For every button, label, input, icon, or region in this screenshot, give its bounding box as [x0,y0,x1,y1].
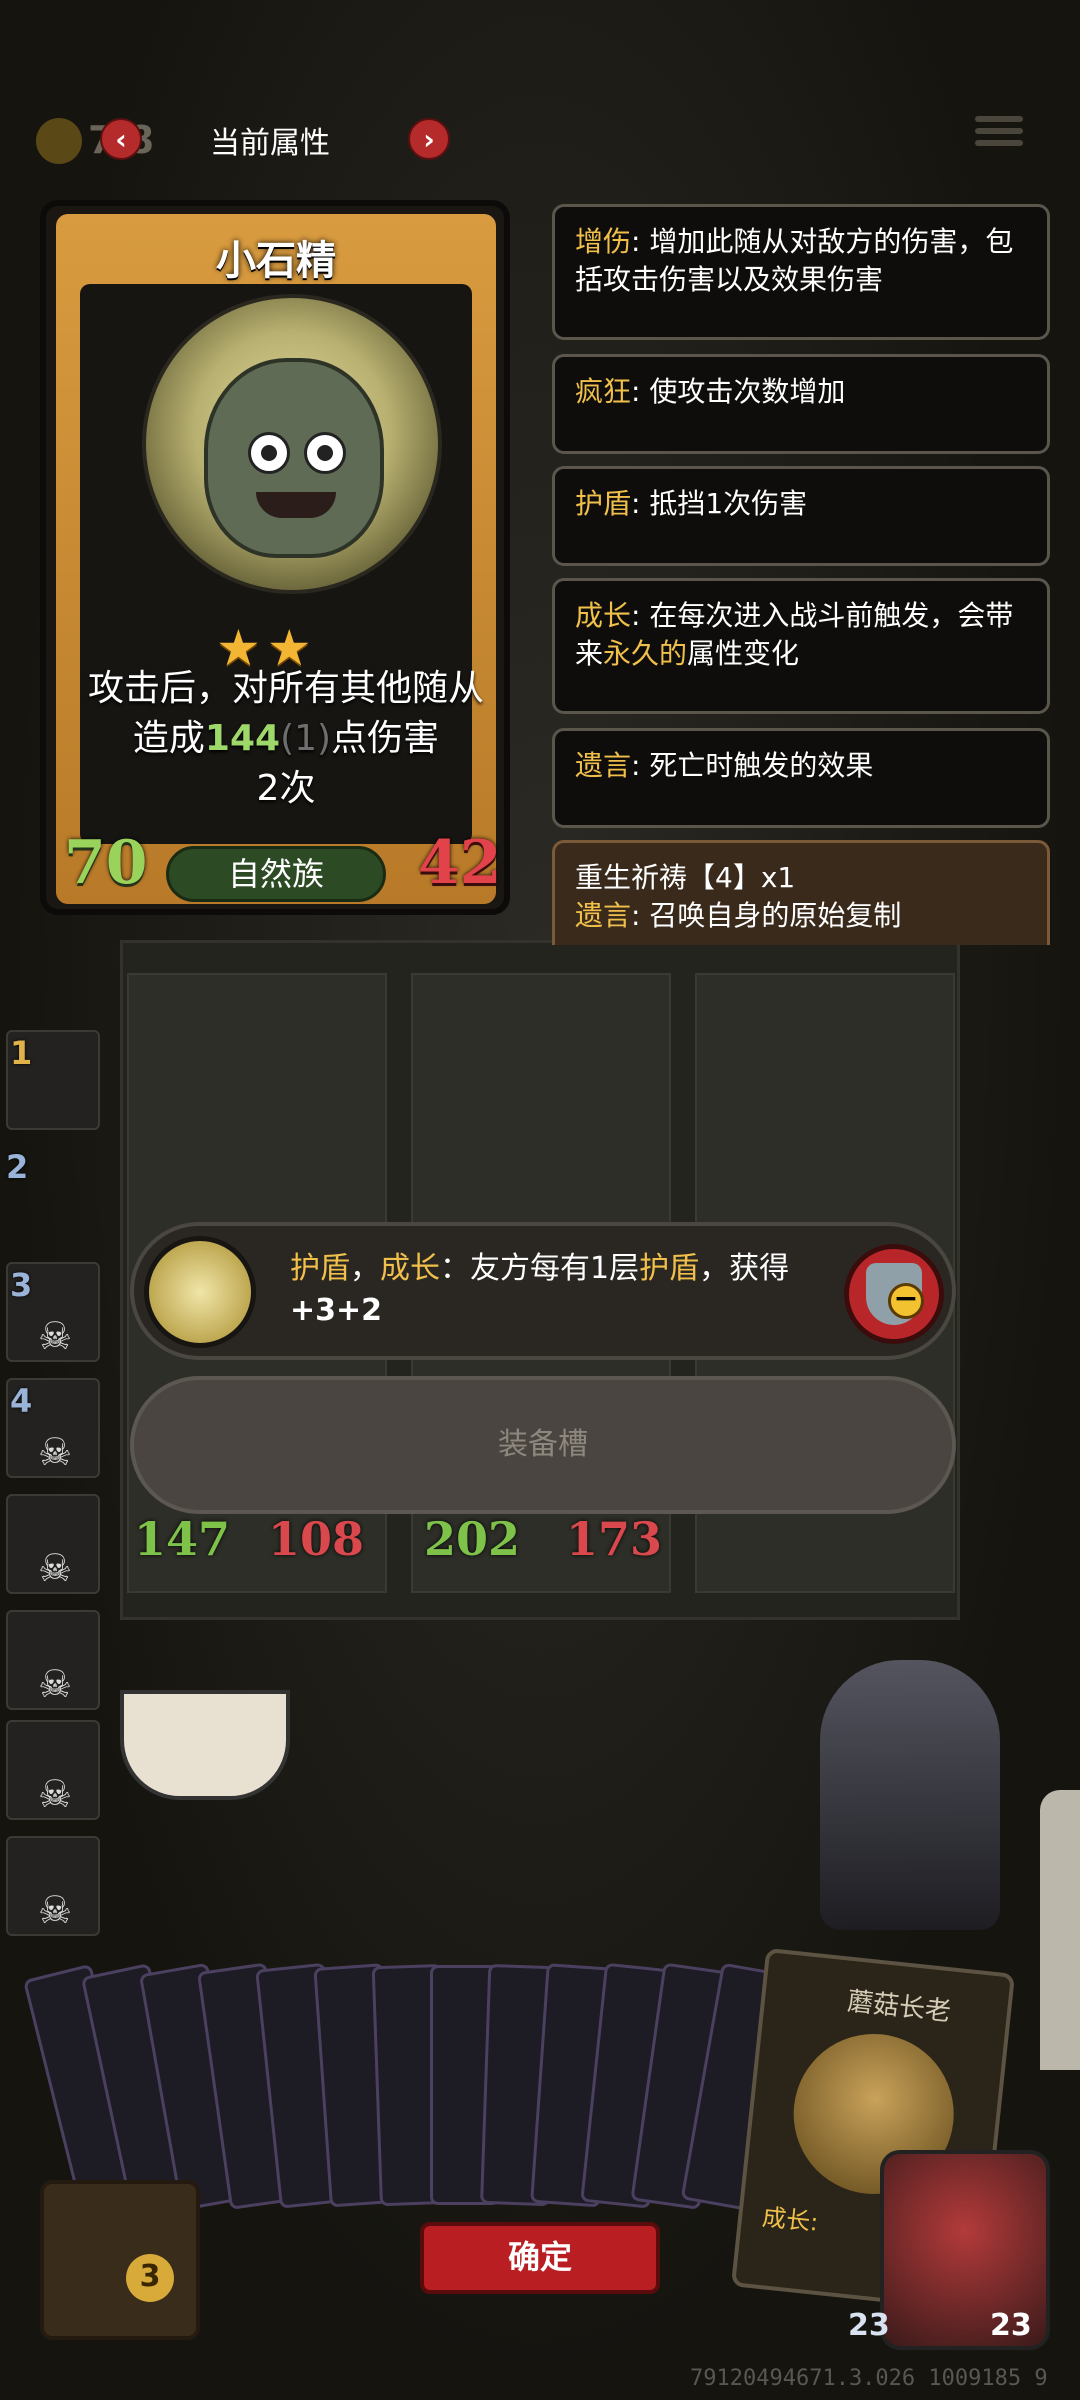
equipment-text: ，获得 [699,1251,790,1286]
minus-icon: − [888,1283,924,1319]
keyword-text: : 抵挡1次伤害 [631,487,808,520]
keyword-name: 护盾 [290,1251,350,1286]
keyword-name: 遗言 [575,749,632,782]
keyword-name: 增伤 [575,225,632,258]
coin-icon [36,118,82,164]
side-unit-8[interactable]: ☠ [6,1836,100,1936]
equipment-description: 护盾，成长：友方每有1层护盾，获得+3+2 [290,1248,810,1332]
side-unit-number: 3 [10,1266,33,1304]
keyword-panel-deathrattle: 遗言: 死亡时触发的效果 [552,728,1050,828]
special-effect-panel: 重生祈祷【4】x1 遗言: 召唤自身的原始复制 [552,840,1050,945]
character-figure [820,1660,1000,1930]
keyword-panel-growth: 成长: 在每次进入战斗前触发，会带来永久的属性变化 [552,578,1050,714]
side-unit-6[interactable]: ☠ [6,1610,100,1710]
keyword-panel-damage-boost: 增伤: 增加此随从对敌方的伤害，包括攻击伤害以及效果伤害 [552,204,1050,340]
equipment-row: 护盾，成长：友方每有1层护盾，获得+3+2 − [130,1222,956,1360]
keyword-text: : 使攻击次数增加 [631,375,846,408]
side-unit-4[interactable]: 4 ☠ [6,1378,100,1478]
skull-icon: ☠ [38,1772,73,1816]
sword-shield-equipment-icon[interactable] [144,1236,256,1348]
attack-value: 70 [64,828,148,898]
shield-icon: − [866,1263,924,1325]
side-unit-3[interactable]: 3 ☠ [6,1262,100,1362]
prev-button[interactable]: ‹ [100,118,142,160]
keyword-name: 护盾 [575,487,632,520]
card-name: 小石精 [216,238,336,284]
health-value: 42 [418,828,502,898]
skull-icon: ☠ [38,1546,73,1590]
equipment-text: ：友方每有1层 [440,1251,640,1286]
board-left-attack: 147 [134,1512,231,1566]
board-right-attack: 202 [424,1512,521,1566]
skull-icon: ☠ [38,1430,73,1474]
special-title: 重生祈祷【4】x1 [575,861,796,894]
skull-icon: ☠ [38,1662,73,1706]
skull-icon: ☠ [38,1314,73,1358]
chevron-right-icon: › [423,122,435,156]
keyword-text: : 死亡时触发的效果 [631,749,874,782]
tribe-badge: 自然族 [166,846,386,902]
keyword-panel-frenzy: 疯狂: 使攻击次数增加 [552,354,1050,454]
equipment-bonus: +3+2 [290,1293,383,1328]
desc-times: 2次 [256,768,316,809]
keyword-text: : 增加此随从对敌方的伤害，包括攻击伤害以及效果伤害 [575,225,1014,296]
hero-health: 23 [990,2308,1032,2343]
chest-count-badge: 3 [126,2254,174,2302]
next-button[interactable]: › [408,118,450,160]
treasure-chest-icon[interactable] [40,2180,200,2340]
skull-icon: ☠ [38,1888,73,1932]
side-unit-5[interactable]: ☠ [6,1494,100,1594]
menu-icon[interactable] [975,110,1023,158]
side-unit-number: 4 [10,1382,33,1420]
teacup-decoration [120,1690,290,1800]
keyword-panel-shield: 护盾: 抵挡1次伤害 [552,466,1050,566]
rock-sprite-portrait [142,294,442,594]
card-description: 攻击后，对所有其他随从造成144(1)点伤害 2次 [86,664,486,824]
chevron-left-icon: ‹ [115,122,127,156]
keyword-name: 疯狂 [575,375,632,408]
desc-suffix: 点伤害 [331,718,440,759]
board-right-health: 173 [566,1512,663,1566]
keyword-name: 护盾 [639,1251,700,1286]
keyword-highlight: 永久的 [603,637,688,670]
hand-card-name: 蘑菇长老 [845,1986,953,2028]
page-title: 当前属性 [210,126,330,161]
side-unit-number: 2 [6,1148,29,1186]
keyword-name: 成长 [380,1251,440,1286]
keyword-name: 遗言 [575,899,632,932]
side-unit-number: 1 [10,1034,33,1072]
hand-card-keyword: 成长: [760,2202,820,2237]
chess-piece-decoration [1040,1790,1080,2070]
board-left-health: 108 [268,1512,365,1566]
version-text: 79120494671.3.026 1009185 9 [690,2366,1048,2391]
hero-attack: 23 [848,2308,890,2343]
desc-number: 144 [204,718,281,759]
desc-extra: (1) [280,718,332,759]
side-unit-7[interactable]: ☠ [6,1720,100,1820]
eye-icon [248,432,290,474]
keyword-text: 属性变化 [687,637,800,670]
side-unit-1[interactable]: 1 [6,1030,100,1130]
minion-card: 小石精 ★★ 攻击后，对所有其他随从造成144(1)点伤害 2次 70 42 自… [40,200,510,915]
confirm-button[interactable]: 确定 [420,2222,660,2294]
separator: ， [350,1251,380,1286]
equipment-slot[interactable]: 装备槽 [130,1376,956,1514]
special-text: : 召唤自身的原始复制 [631,899,902,932]
card-frame: 小石精 ★★ 攻击后，对所有其他随从造成144(1)点伤害 2次 [56,214,496,904]
eye-icon [304,432,346,474]
keyword-name: 成长 [575,599,632,632]
remove-equipment-button[interactable]: − [844,1244,944,1344]
mouth [256,492,336,518]
rock-creature [204,358,384,558]
